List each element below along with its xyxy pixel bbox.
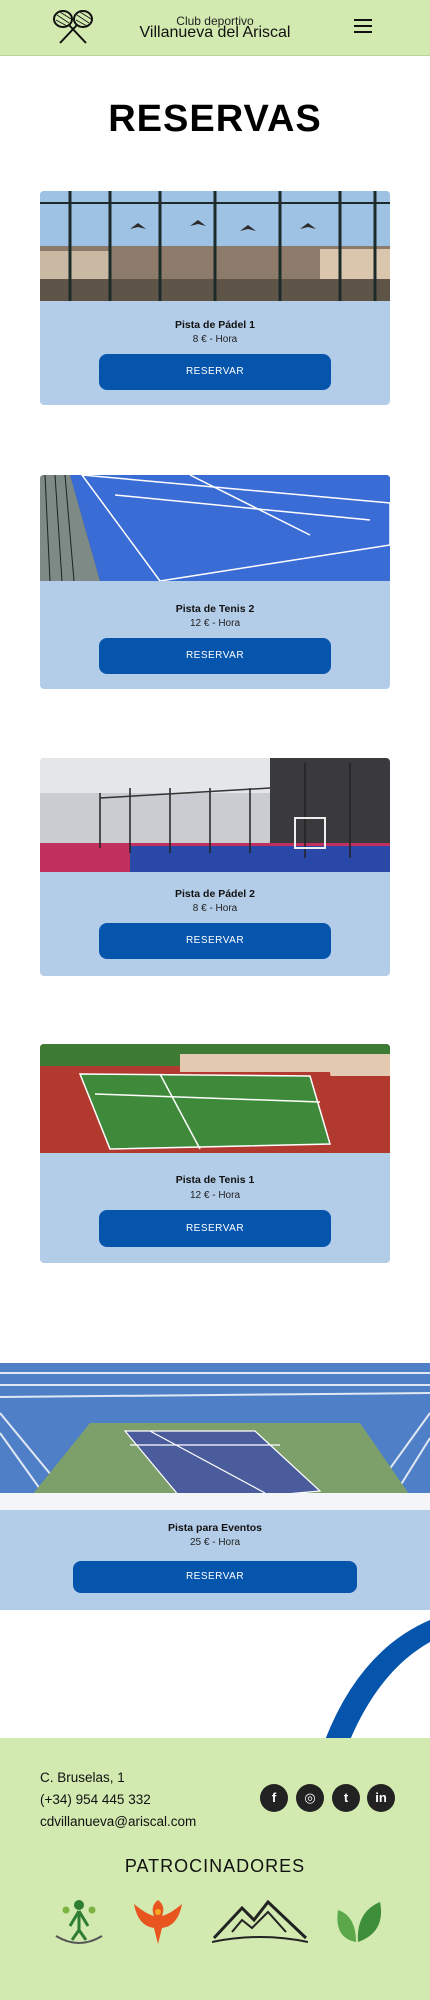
court-card: Pista de Tenis 2 12 € - Hora RESERVAR [40, 475, 390, 689]
site-header: Club deportivo Villanueva del Ariscal [0, 0, 430, 56]
page-title: RESERVAS [108, 98, 322, 140]
tennis-court-image [40, 475, 390, 581]
tennis-court-image [40, 1044, 390, 1153]
court-card: Pista de Tenis 1 12 € - Hora RESERVAR [40, 1044, 390, 1263]
court-name: Pista de Pádel 1 [175, 319, 255, 331]
facebook-label: f [271, 1790, 277, 1805]
court-name: Pista de Tenis 1 [175, 1174, 255, 1186]
event-court-price: 25 € - Hora [189, 1537, 241, 1548]
court-price: 12 € - Hora [189, 1190, 241, 1201]
event-stadium-image [0, 1363, 430, 1510]
sponsor-phoenix-icon[interactable] [132, 1898, 184, 1946]
footer-address: C. Bruselas, 1 [40, 1770, 125, 1785]
linkedin-icon[interactable]: in [367, 1784, 395, 1812]
footer-phone[interactable]: (+34) 954 445 332 [40, 1792, 151, 1807]
reserve-button[interactable]: RESERVAR [99, 923, 331, 959]
hamburger-menu-icon[interactable] [354, 19, 372, 33]
instagram-label: ◎ [304, 1790, 316, 1805]
decorative-swoosh [325, 1620, 430, 1740]
reserve-button[interactable]: RESERVAR [99, 1210, 331, 1247]
sponsor-people-icon[interactable] [52, 1898, 106, 1946]
linkedin-label: in [375, 1790, 387, 1805]
court-price: 8 € - Hora [192, 334, 238, 345]
padel-court-image [40, 758, 390, 872]
court-card: Pista de Pádel 1 8 € - Hora RESERVAR [40, 191, 390, 405]
footer-email[interactable]: cdvillanueva@ariscal.com [40, 1814, 196, 1829]
court-name: Pista de Pádel 2 [175, 888, 255, 900]
facebook-icon[interactable]: f [260, 1784, 288, 1812]
court-card: Pista de Pádel 2 8 € - Hora RESERVAR [40, 758, 390, 976]
event-court-name: Pista para Eventos [168, 1522, 262, 1534]
twitter-icon[interactable]: t [332, 1784, 360, 1812]
court-price: 12 € - Hora [189, 618, 241, 629]
reserve-button[interactable]: RESERVAR [99, 638, 331, 674]
padel-court-image [40, 191, 390, 301]
sponsor-leaf-icon[interactable] [332, 1898, 384, 1946]
sponsor-mountain-icon[interactable] [212, 1898, 308, 1944]
instagram-icon[interactable]: ◎ [296, 1784, 324, 1812]
twitter-label: t [343, 1790, 349, 1805]
reserve-button[interactable]: RESERVAR [99, 354, 331, 390]
sponsors-title: PATROCINADORES [124, 1856, 306, 1876]
event-court-card: Pista para Eventos 25 € - Hora RESERVAR [0, 1363, 430, 1610]
court-name: Pista de Tenis 2 [175, 603, 255, 615]
court-price: 8 € - Hora [192, 903, 238, 914]
reserve-button[interactable]: RESERVAR [73, 1561, 357, 1593]
